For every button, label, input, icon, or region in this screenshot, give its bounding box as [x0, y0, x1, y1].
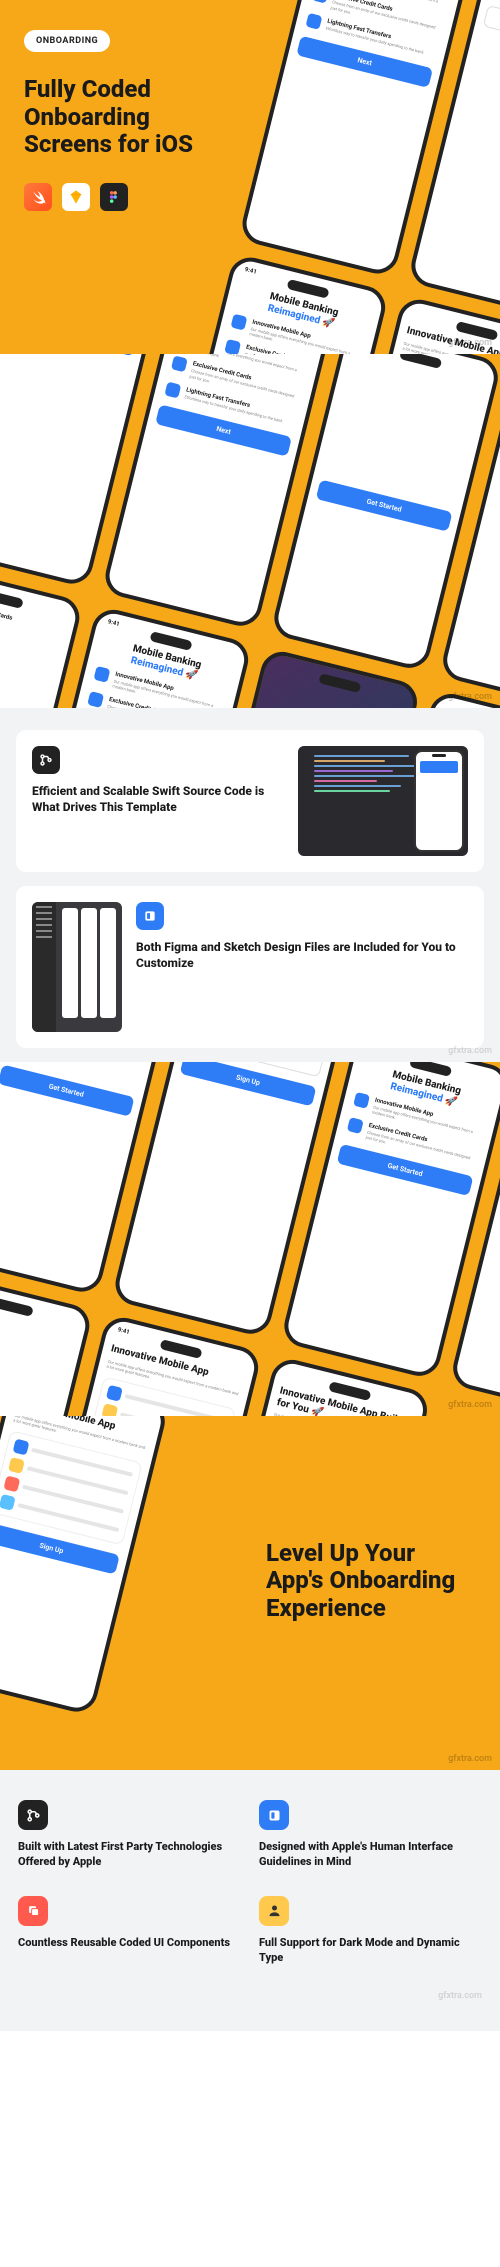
feature-title: Designed with Apple's Human Interface Gu…	[259, 1840, 482, 1870]
feature-title: Full Support for Dark Mode and Dynamic T…	[259, 1936, 482, 1966]
watermark: gfxtra.com	[448, 338, 492, 348]
design-tool-screenshot	[32, 902, 122, 1032]
login-button: Login	[483, 5, 500, 59]
get-started-button: Get Started	[1, 354, 138, 356]
phones-grid-section-4: Get Started Login Sign Up 9:41 Mobile Ba…	[0, 1062, 500, 1416]
figma-icon	[100, 183, 128, 211]
phones-mockup-group: Innovative Mobile AppOur mobile app offe…	[157, 0, 500, 354]
feature-item: Countless Reusable Coded UI Components	[18, 1896, 241, 1966]
phone-mockup: MODERN	[0, 1271, 94, 1416]
feature-card-swift: Efficient and Scalable Swift Source Code…	[16, 730, 484, 872]
feature-item: Designed with Apple's Human Interface Gu…	[259, 1800, 482, 1870]
phones-grid-section-2: Innovative Mobile App Our mobile app off…	[0, 354, 500, 708]
watermark: gfxtra.com	[448, 692, 492, 702]
xcode-screenshot	[298, 746, 468, 856]
git-icon	[18, 1800, 48, 1830]
hero-title: Level Up Your App's Onboarding Experienc…	[266, 1540, 476, 1623]
design-icon	[136, 902, 164, 930]
phone-mockup: Exclusive Credit Cards	[0, 563, 84, 708]
feature-card-design: Both Figma and Sketch Design Files are I…	[16, 886, 484, 1048]
sketch-icon	[62, 183, 90, 211]
hero-section-5: Login 9:41 Innovative Mobile App Our mob…	[0, 1416, 500, 1770]
phone-mockup: 9:41 Innovative Mobile App Our mobile ap…	[0, 1416, 169, 1716]
watermark: gfxtra.com	[18, 1991, 482, 2001]
feature-title: Efficient and Scalable Swift Source Code…	[32, 784, 284, 815]
person-icon	[259, 1896, 289, 1926]
swift-icon	[24, 183, 52, 211]
hero-section-1: ONBOARDING Fully Coded Onboarding Screen…	[0, 0, 500, 354]
onboarding-badge: ONBOARDING	[24, 30, 110, 52]
watermark: gfxtra.com	[448, 1046, 492, 1056]
git-icon	[32, 746, 60, 774]
feature-item: Full Support for Dark Mode and Dynamic T…	[259, 1896, 482, 1966]
feature-cards-section: Efficient and Scalable Swift Source Code…	[0, 708, 500, 1062]
feature-grid-section: Built with Latest First Party Technologi…	[0, 1770, 500, 2031]
feature-title: Both Figma and Sketch Design Files are I…	[136, 940, 468, 971]
watermark: gfxtra.com	[448, 1400, 492, 1410]
hero-title: Fully Coded Onboarding Screens for iOS	[24, 76, 224, 159]
stack-icon	[18, 1896, 48, 1926]
design-icon	[259, 1800, 289, 1830]
feature-item: Built with Latest First Party Technologi…	[18, 1800, 241, 1870]
feature-title: Countless Reusable Coded UI Components	[18, 1936, 241, 1951]
watermark: gfxtra.com	[448, 1754, 492, 1764]
feature-title: Built with Latest First Party Technologi…	[18, 1840, 241, 1870]
